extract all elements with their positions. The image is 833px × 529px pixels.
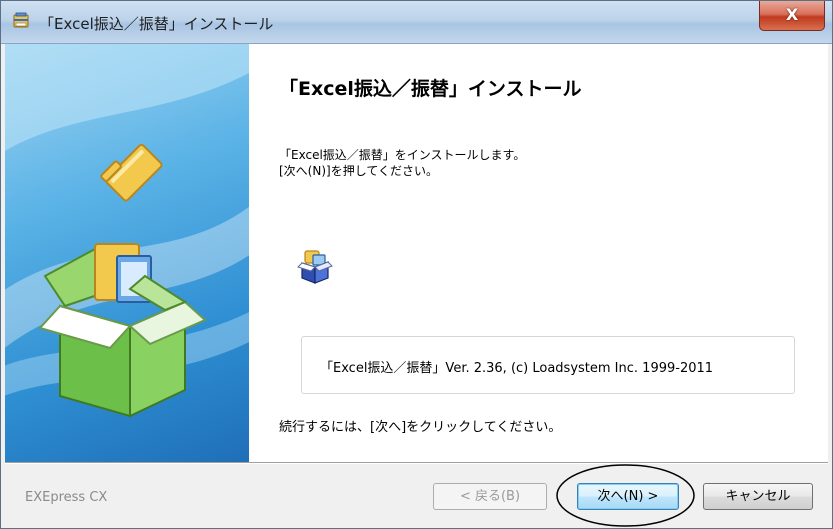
version-box: 「Excel振込／振替」Ver. 2.36, (c) Loadsystem In… — [301, 336, 795, 394]
close-button[interactable]: X — [759, 1, 825, 31]
description-line-2: [次へ(N)]を押してください。 — [279, 164, 438, 178]
description-line-1: 「Excel振込／振替」をインストールします。 — [279, 148, 526, 162]
next-button[interactable]: 次へ(N) > — [577, 483, 679, 510]
install-description: 「Excel振込／振替」をインストールします。 [次へ(N)]を押してください。 — [279, 147, 525, 179]
banner-panel — [5, 44, 249, 462]
back-button[interactable]: < 戻る(B) — [433, 483, 547, 510]
installer-icon — [13, 12, 29, 28]
package-icon — [297, 250, 333, 284]
title-bar[interactable]: 「Excel振込／振替」インストール X — [1, 1, 832, 44]
page-title: 「Excel振込／振替」インストール — [279, 78, 582, 100]
continue-instruction: 続行するには、[次へ]をクリックしてください。 — [279, 420, 562, 435]
window-title: 「Excel振込／振替」インストール — [39, 15, 274, 33]
footer-divider — [5, 462, 828, 464]
brand-label: EXEpress CX — [25, 490, 108, 505]
close-icon: X — [785, 5, 799, 24]
content-panel: 「Excel振込／振替」インストール 「Excel振込／振替」をインストールしま… — [249, 44, 828, 462]
open-box-with-folder-icon — [5, 44, 249, 418]
installer-window: 「Excel振込／振替」インストール X 「Excel振込／振替」インストール … — [0, 0, 833, 529]
version-text: 「Excel振込／振替」Ver. 2.36, (c) Loadsystem In… — [320, 361, 714, 376]
cancel-button[interactable]: キャンセル — [703, 483, 813, 510]
